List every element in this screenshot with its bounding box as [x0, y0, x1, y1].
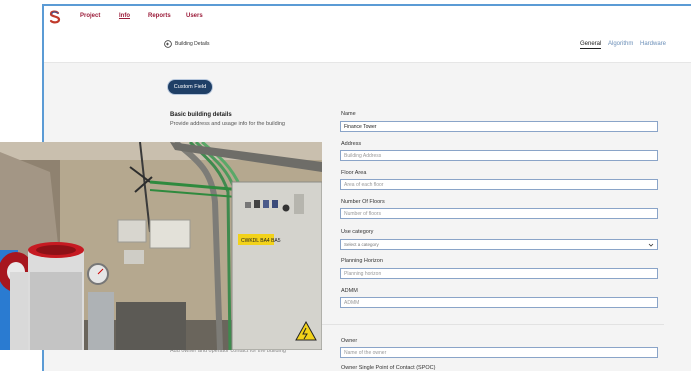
admm-label: ADMM: [341, 288, 358, 294]
nav-info[interactable]: Info: [119, 13, 130, 19]
address-label: Address: [341, 141, 362, 147]
section-description: Provide address and usage info for the b…: [170, 121, 285, 127]
app-logo-icon[interactable]: [48, 10, 62, 24]
planning-label: Planning Horizon: [341, 258, 383, 264]
nav-reports[interactable]: Reports: [148, 13, 171, 19]
tab-hardware[interactable]: Hardware: [640, 41, 666, 47]
name-field[interactable]: [340, 121, 658, 132]
chevron-down-icon: [648, 243, 654, 247]
owner-field[interactable]: [340, 347, 658, 358]
floor-area-field[interactable]: [340, 179, 658, 190]
sub-header: Building Details General Algorithm Hardw…: [44, 28, 691, 63]
owner-label: Owner: [341, 338, 358, 344]
use-category-label: Use category: [341, 229, 374, 235]
top-navigation: Project Info Reports Users: [44, 6, 691, 29]
use-category-select[interactable]: Select a category: [340, 239, 658, 250]
tab-general[interactable]: General: [580, 41, 602, 49]
floors-label: Number Of Floors: [341, 199, 385, 205]
address-field[interactable]: [340, 150, 658, 161]
breadcrumb: Building Details: [175, 41, 210, 47]
spoc-label: Owner Single Point of Contact (SPOC): [341, 365, 436, 371]
section-title: Basic building details: [170, 112, 232, 118]
tab-algorithm[interactable]: Algorithm: [608, 41, 633, 47]
admm-field[interactable]: [340, 297, 658, 308]
nav-project[interactable]: Project: [80, 13, 100, 19]
boiler-room-illustration: CWKDL BA4 BA5: [0, 142, 322, 350]
nav-users[interactable]: Users: [186, 13, 203, 19]
back-arrow-icon[interactable]: [164, 40, 172, 48]
floor-area-label: Floor Area: [341, 170, 367, 176]
planning-field[interactable]: [340, 268, 658, 279]
custom-field-button[interactable]: Custom Field: [168, 80, 212, 94]
use-category-value: Select a category: [344, 242, 379, 247]
boiler-room-photo: CWKDL BA4 BA5: [0, 142, 322, 350]
floors-field[interactable]: [340, 208, 658, 219]
panel-label: CWKDL BA4 BA5: [241, 238, 281, 244]
name-label: Name: [341, 111, 356, 117]
